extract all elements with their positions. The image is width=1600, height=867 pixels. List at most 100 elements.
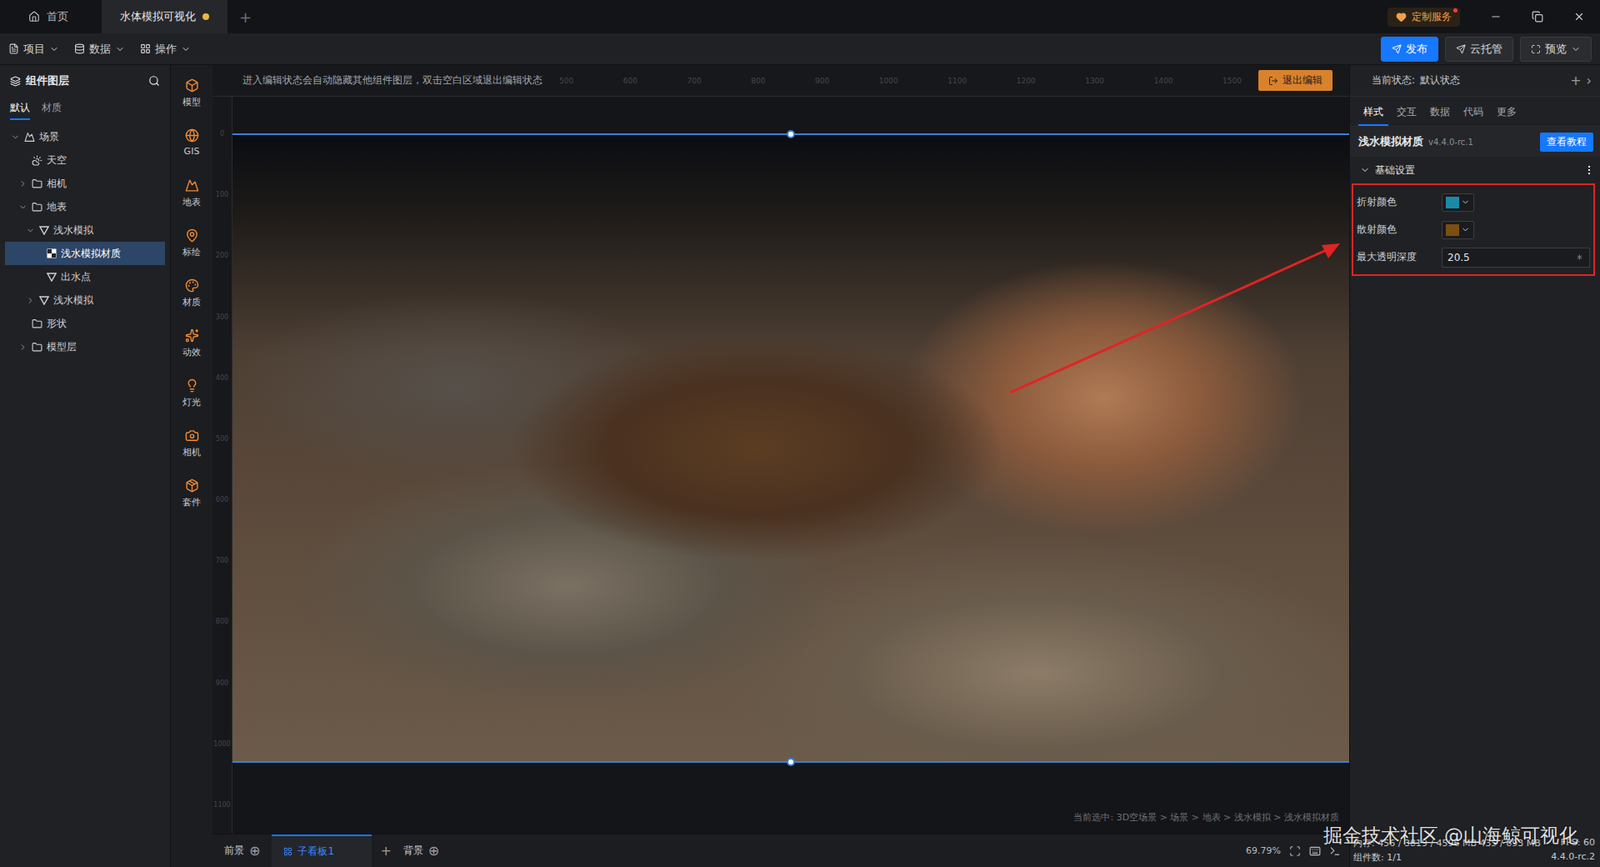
terrain-icon (185, 178, 200, 193)
tool-button[interactable]: 材质 (170, 273, 213, 324)
publish-button[interactable]: 发布 (1380, 36, 1439, 62)
inspector-tab[interactable]: 样式 (1358, 100, 1389, 126)
more-icon[interactable] (1583, 164, 1595, 176)
inspector-tab[interactable]: 代码 (1458, 100, 1489, 126)
window-control[interactable] (1516, 0, 1559, 34)
tool-button[interactable]: GIS (170, 123, 213, 174)
menu-button[interactable]: 数据 (74, 41, 125, 57)
tree-row[interactable]: 浅水模拟材质 (5, 241, 165, 265)
collapsed-icon[interactable] (18, 342, 28, 352)
tree-row[interactable]: 天空 (5, 148, 165, 172)
layer-panel-header: 组件图层 (0, 65, 170, 97)
send-icon (1455, 44, 1466, 55)
ruler-label: 1100 (947, 76, 967, 85)
tool-button[interactable]: 灯光 (170, 373, 213, 424)
scene-viewport[interactable] (232, 133, 1350, 763)
material-icon (185, 278, 200, 293)
board-tab[interactable]: 子看板1 (271, 834, 372, 867)
expanded-icon[interactable] (25, 225, 35, 235)
ruler-label: 600 (215, 495, 229, 504)
ruler-label: 700 (687, 76, 702, 85)
layer-tab[interactable]: 默认 (10, 97, 30, 120)
light-icon (185, 378, 200, 393)
tree-row[interactable]: 地表 (5, 195, 165, 219)
board-icon (283, 846, 293, 856)
canvas: 进入编辑状态会自动隐藏其他组件图层，双击空白区域退出编辑状态5006007008… (212, 65, 1350, 834)
effect-icon (185, 328, 200, 343)
state-value[interactable]: 默认状态 (1420, 73, 1460, 88)
tool-button[interactable]: 相机 (170, 423, 213, 474)
ruler-label: 400 (215, 374, 229, 382)
layer-tab[interactable]: 材质 (41, 97, 62, 120)
ruler-label: 800 (750, 76, 765, 85)
collapsed-icon[interactable] (25, 295, 35, 305)
background-layer[interactable]: 背景⊕ (400, 842, 443, 859)
tree-row[interactable]: 相机 (5, 171, 165, 195)
number-input[interactable]: 20.5 (1441, 247, 1590, 268)
window-tab[interactable]: 水体模拟可视化 (101, 0, 228, 34)
sky-icon (31, 155, 43, 166)
add-state-button[interactable]: + (1570, 72, 1581, 89)
inspector-tab[interactable]: 数据 (1425, 100, 1455, 126)
menu-button[interactable]: 项目 (8, 41, 60, 57)
new-tab-button[interactable]: + (227, 0, 264, 34)
add-board-button[interactable]: + (380, 842, 391, 859)
tool-button[interactable]: 标绘 (170, 223, 213, 274)
scene-icon (24, 131, 35, 143)
breadcrumb: 当前选中: 3D空场景 > 场景 > 地表 > 浅水模拟 > 浅水模拟材质 (232, 762, 1350, 834)
collapsed-icon[interactable] (18, 179, 28, 189)
tool-button[interactable]: 动效 (170, 323, 213, 374)
tutorial-button[interactable]: 查看教程 (1540, 132, 1594, 152)
tree-row[interactable]: 场景 (5, 125, 165, 149)
camera-icon (185, 428, 200, 443)
expanded-icon[interactable] (10, 132, 20, 142)
exit-edit-button[interactable]: 退出编辑 (1258, 70, 1333, 91)
tree-row[interactable]: 浅水模拟 (5, 218, 165, 242)
tool-button[interactable]: 地表 (170, 173, 213, 224)
tree-row[interactable]: 出水点 (5, 265, 165, 289)
tree-row[interactable]: 浅水模拟 (5, 288, 165, 312)
ruler-label: 200 (215, 251, 229, 260)
search-icon[interactable] (148, 75, 160, 87)
window-control[interactable] (1475, 0, 1517, 34)
keyboard-icon[interactable] (1309, 845, 1321, 857)
ruler-label: 100 (215, 190, 229, 199)
zoom-level[interactable]: 69.79% (1245, 845, 1281, 856)
window-control[interactable] (1558, 0, 1600, 34)
watermark: 掘金技术社区 @山海鲸可视化 (1323, 822, 1579, 849)
ruler-label: 1200 (1016, 76, 1036, 85)
tree-row[interactable]: 形状 (5, 311, 165, 335)
inspector-tab[interactable]: 交互 (1391, 100, 1422, 126)
expanded-icon[interactable] (18, 202, 28, 212)
terminal-icon[interactable] (1329, 845, 1341, 857)
unsaved-dot (202, 13, 210, 20)
triangle-icon (46, 271, 57, 282)
model-icon (185, 78, 200, 93)
inspector-tab[interactable]: 更多 (1491, 100, 1522, 126)
fps-status: FPS: 60 (1560, 836, 1595, 850)
tool-button[interactable]: 模型 (170, 73, 213, 124)
preview-button[interactable]: 预览 (1520, 36, 1592, 62)
fit-icon[interactable] (1289, 845, 1301, 857)
color-picker[interactable] (1441, 220, 1475, 240)
chevron-down-icon (1570, 44, 1581, 55)
foreground-layer[interactable]: 前景⊕ (220, 842, 264, 859)
status-area: 内存: 456 / 3819 / 4596 MB 435 / 693 MBFPS… (1350, 833, 1600, 867)
window-tab[interactable]: 首页 (10, 0, 102, 34)
tree-row[interactable]: 模型层 (5, 335, 165, 359)
color-picker[interactable] (1441, 193, 1475, 212)
more-button[interactable]: › (1586, 72, 1592, 89)
ruler-label: 600 (623, 76, 638, 85)
cloud-button[interactable]: 云托管 (1445, 36, 1514, 62)
tool-button[interactable]: 套件 (170, 473, 213, 524)
ruler-label: 1000 (213, 740, 230, 748)
menu-button[interactable]: 操作 (140, 41, 191, 57)
state-row: 当前状态:默认状态+› (1350, 65, 1600, 97)
title-bar: 首页水体模拟可视化+ 定制服务 (0, 0, 1600, 34)
folder-icon (31, 318, 43, 330)
resize-handle[interactable] (786, 757, 795, 766)
service-button[interactable]: 定制服务 (1387, 7, 1460, 27)
restore-icon (1531, 10, 1544, 23)
section-header[interactable]: 基础设置 (1350, 156, 1600, 184)
resize-handle[interactable] (786, 130, 795, 139)
